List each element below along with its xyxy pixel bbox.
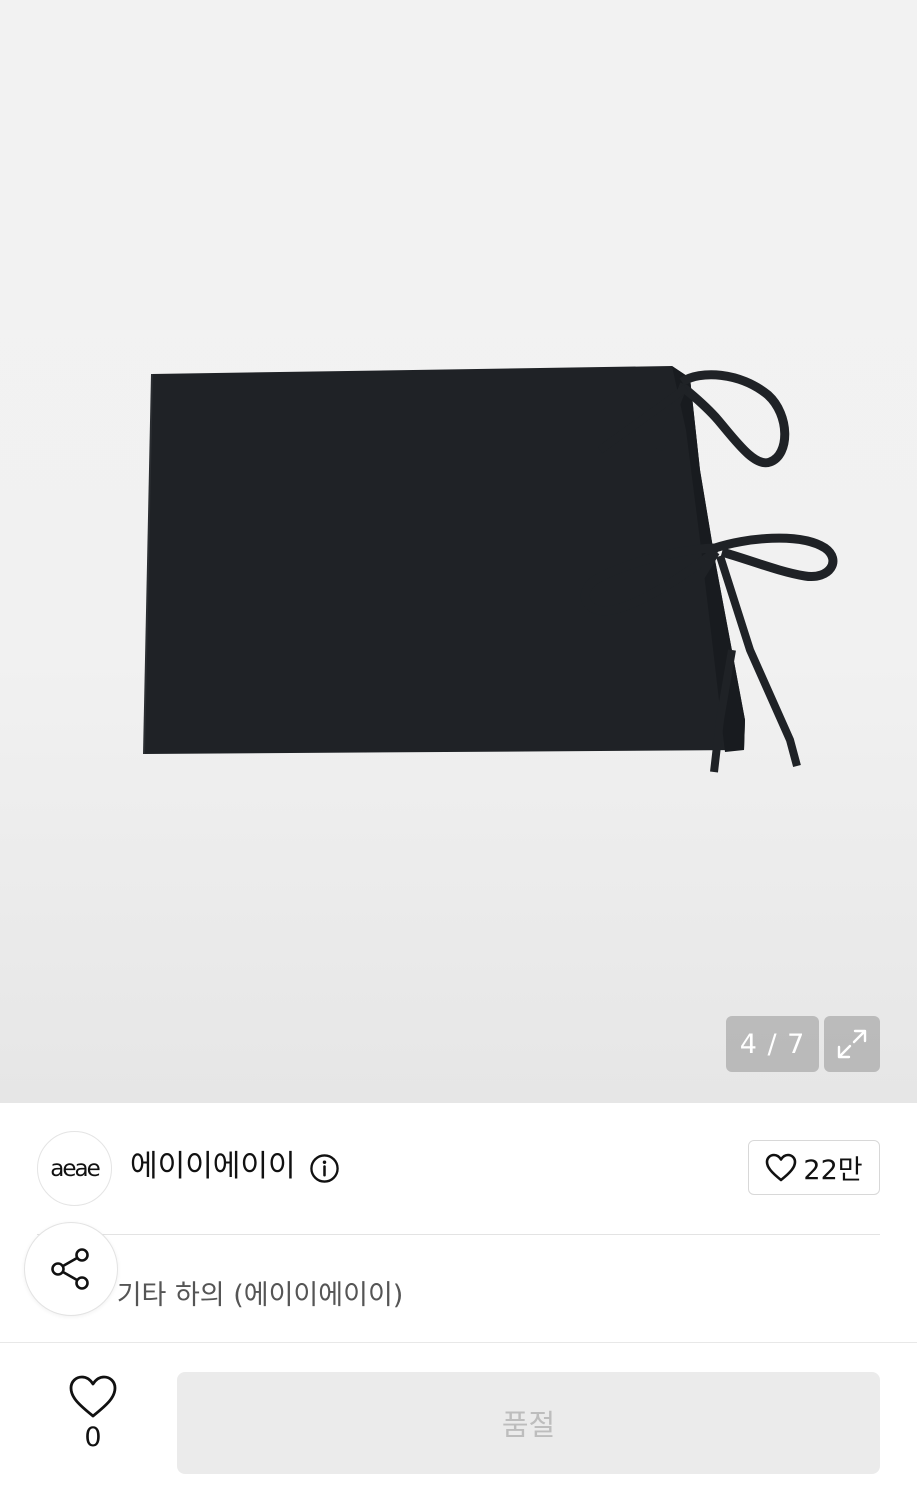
info-icon[interactable]: [309, 1153, 340, 1184]
share-button[interactable]: [24, 1222, 118, 1316]
divider: [37, 1234, 880, 1235]
product-gallery[interactable]: 4 / 7: [0, 0, 917, 1103]
heart-icon: [69, 1375, 117, 1418]
expand-button[interactable]: [824, 1016, 880, 1072]
sold-out-button[interactable]: 품절: [177, 1372, 880, 1474]
breadcrumb-subcategory[interactable]: 기타 하의 (에이이에이이): [117, 1273, 404, 1312]
image-counter: 4 / 7: [726, 1016, 819, 1072]
brand-logo[interactable]: aeae: [37, 1131, 112, 1206]
brand-name[interactable]: 에이이에이이: [130, 1146, 296, 1188]
expand-icon: [837, 1029, 867, 1059]
brand-logo-text: aeae: [50, 1155, 100, 1182]
brand-like-button[interactable]: 22만: [748, 1140, 880, 1195]
product-image: [143, 366, 838, 773]
bottom-bar-divider: [0, 1342, 917, 1343]
share-icon: [51, 1248, 89, 1290]
wishlist-count: 0: [84, 1422, 102, 1453]
wishlist-button[interactable]: 0: [60, 1374, 126, 1474]
brand-like-count: 22만: [803, 1155, 863, 1186]
heart-icon: [766, 1153, 797, 1181]
